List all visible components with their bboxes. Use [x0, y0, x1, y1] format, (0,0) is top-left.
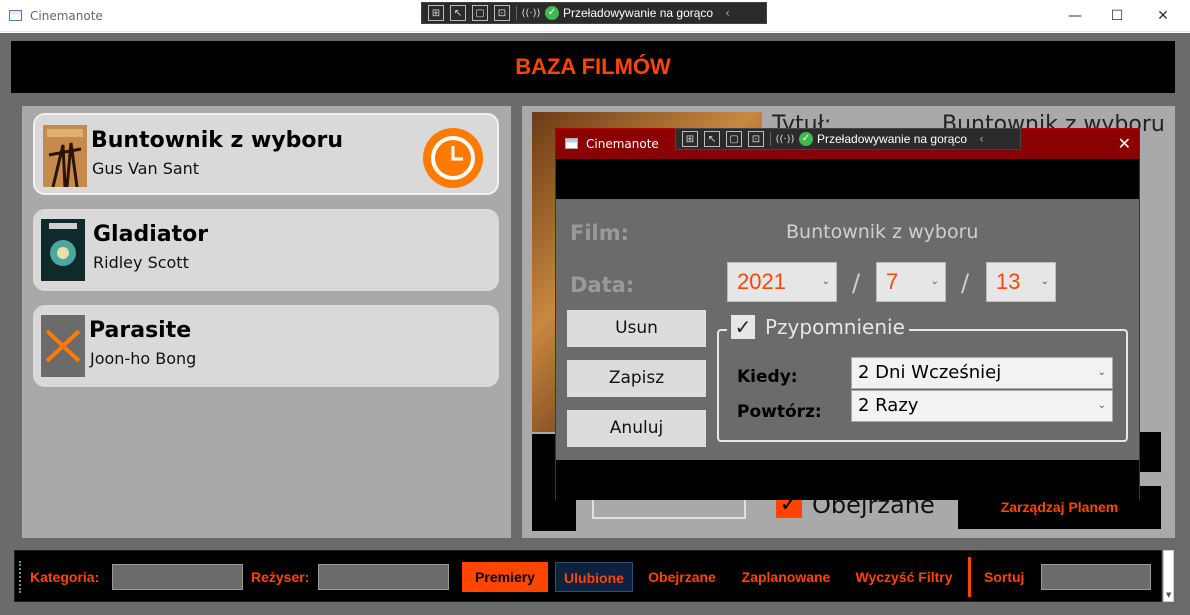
ulubione-button[interactable]: Ulubione [555, 562, 633, 592]
clock-icon[interactable] [423, 128, 483, 188]
movie-card-buntownik[interactable]: Buntownik z wyboru Gus Van Sant [33, 113, 499, 195]
track-focus-icon[interactable]: ⊡ [494, 5, 510, 21]
category-label: Kategoria: [30, 569, 100, 585]
accessibility-icon[interactable]: ((·)) [522, 5, 541, 21]
category-select[interactable] [112, 564, 243, 590]
movie-director: Joon-ho Bong [90, 349, 197, 368]
chevron-down-icon: ⌄ [1040, 276, 1049, 287]
select-element-icon[interactable]: ⊞ [682, 131, 698, 147]
accessibility-icon[interactable]: ((·)) [776, 131, 795, 147]
toolbar-grip[interactable] [19, 561, 22, 593]
page-title: BAZA FILMÓW [11, 41, 1175, 93]
app-icon [9, 10, 22, 21]
when-value: 2 Dni Wcześniej [858, 362, 1002, 383]
director-input[interactable] [318, 564, 449, 590]
chevron-down-icon: ⌄ [930, 276, 939, 287]
poster-image [43, 125, 87, 187]
month-select[interactable]: 7 ⌄ [876, 262, 946, 302]
checkbox-check-icon: ✓ [731, 315, 755, 339]
movie-director: Gus Van Sant [92, 159, 200, 178]
dialog-footer-strip [556, 460, 1139, 500]
repeat-value: 2 Razy [858, 395, 919, 416]
hot-reload-status[interactable]: ✓ Przeładowywanie na gorąco [545, 6, 713, 20]
filter-toolbar: Kategoria: Reżyser: Premiery Ulubione Ob… [14, 550, 1162, 602]
sort-select[interactable] [1041, 564, 1151, 590]
pointer-icon[interactable]: ↖ [450, 5, 466, 21]
app-icon [565, 138, 578, 149]
repeat-label: Powtórz: [737, 402, 822, 422]
clear-filters-button[interactable]: Wyczyść Filtry [849, 562, 959, 592]
save-button[interactable]: Zapisz [567, 360, 706, 397]
check-icon: ✓ [799, 132, 813, 146]
when-label: Kiedy: [737, 367, 798, 387]
hot-reload-label: Przeładowywanie na gorąco [563, 6, 714, 20]
movie-card-gladiator[interactable]: Gladiator Ridley Scott [33, 209, 499, 291]
movie-list: Buntownik z wyboru Gus Van Sant Gladiato… [22, 106, 511, 538]
when-select[interactable]: 2 Dni Wcześniej ⌄ [851, 357, 1113, 389]
zaplanowane-button[interactable]: Zaplanowane [733, 562, 839, 592]
track-focus-icon[interactable]: ⊡ [748, 131, 764, 147]
hot-reload-label: Przeładowywanie na gorąco [817, 132, 968, 146]
chevron-down-icon: ⌄ [1097, 367, 1106, 378]
day-select[interactable]: 13 ⌄ [986, 262, 1056, 302]
check-icon: ✓ [545, 6, 559, 20]
cancel-button[interactable]: Anuluj [567, 410, 706, 447]
repeat-select[interactable]: 2 Razy ⌄ [851, 390, 1113, 422]
chevron-down-icon: ⌄ [821, 276, 830, 287]
toolbar-scrollbar[interactable]: ▼ [1163, 550, 1174, 602]
collapse-chevron-icon[interactable]: ‹ [979, 132, 984, 146]
pointer-icon[interactable]: ↖ [704, 131, 720, 147]
hot-reload-status[interactable]: ✓ Przeładowywanie na gorąco [799, 132, 967, 146]
select-element-icon[interactable]: ⊞ [428, 5, 444, 21]
dialog-close-button[interactable]: ✕ [1118, 134, 1131, 153]
maximize-button[interactable]: ☐ [1094, 0, 1140, 32]
dialog-title: Cinemanote [586, 137, 659, 151]
layout-adorner-icon[interactable]: ▢ [472, 5, 488, 21]
reminder-group: ✓ Pzypomnienie Kiedy: 2 Dni Wcześniej ⌄ P… [717, 315, 1128, 442]
reminder-dialog: Cinemanote ✕ Film: Buntownik z wyboru Da… [555, 128, 1140, 500]
premiery-button[interactable]: Premiery [462, 562, 548, 592]
poster-image [41, 219, 85, 281]
movie-title: Parasite [89, 318, 192, 343]
obejrzane-button[interactable]: Obejrzane [641, 562, 723, 592]
film-value: Buntownik z wyboru [786, 221, 979, 243]
no-poster-x-icon [41, 315, 85, 377]
month-value: 7 [886, 269, 899, 294]
movie-director: Ridley Scott [93, 253, 189, 272]
day-value: 13 [996, 269, 1021, 294]
minimize-button[interactable]: — [1052, 0, 1098, 32]
date-separator: / [961, 269, 970, 297]
movie-title: Buntownik z wyboru [91, 128, 344, 153]
delete-button[interactable]: Usun [567, 310, 706, 347]
movie-card-parasite[interactable]: Parasite Joon-ho Bong [33, 305, 499, 387]
chevron-down-icon: ⌄ [1097, 400, 1106, 411]
filter-divider [968, 557, 971, 597]
sort-label: Sortuj [984, 569, 1025, 585]
reminder-label: Pzypomnienie [765, 315, 905, 339]
layout-adorner-icon[interactable]: ▢ [726, 131, 742, 147]
collapse-chevron-icon[interactable]: ‹ [725, 6, 730, 20]
year-value: 2021 [737, 269, 786, 294]
window-title: Cinemanote [30, 9, 103, 23]
chevron-down-icon[interactable]: ▼ [1166, 591, 1171, 599]
movie-title: Gladiator [93, 222, 209, 247]
director-label: Reżyser: [251, 569, 310, 585]
close-button[interactable]: ✕ [1140, 0, 1186, 32]
date-label: Data: [570, 273, 635, 297]
xaml-debug-toolbar: ⊞ ↖ ▢ ⊡ ((·)) ✓ Przeładowywanie na gorąc… [675, 128, 1021, 150]
film-label: Film: [570, 221, 630, 245]
year-select[interactable]: 2021 ⌄ [727, 262, 837, 302]
xaml-debug-toolbar: ⊞ ↖ ▢ ⊡ ((·)) ✓ Przeładowywanie na gorąc… [421, 2, 767, 24]
dialog-header-strip [556, 159, 1139, 199]
reminder-checkbox[interactable]: ✓ Pzypomnienie [727, 315, 909, 339]
date-separator: / [852, 269, 861, 297]
